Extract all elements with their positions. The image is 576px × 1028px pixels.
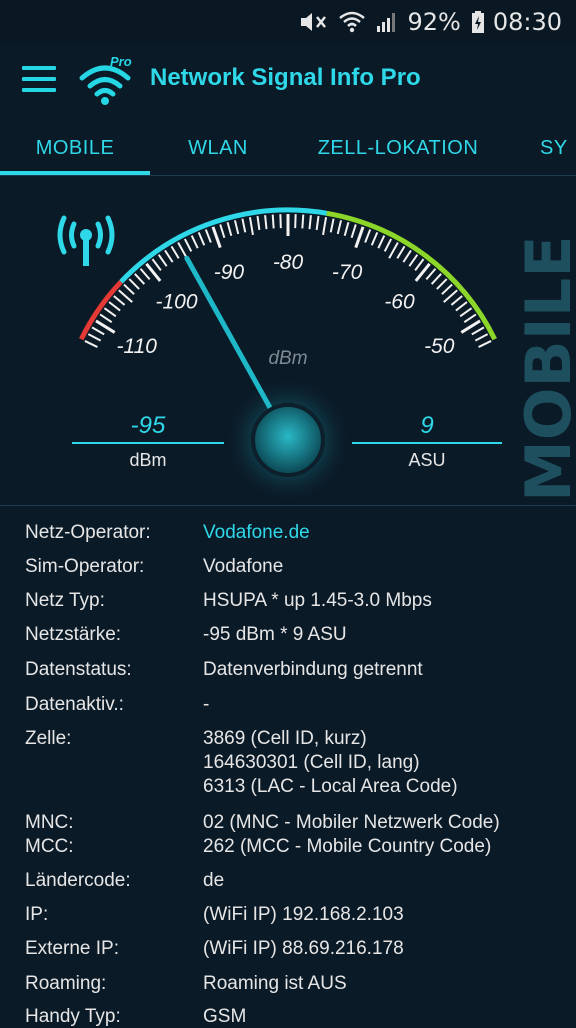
app-title: Network Signal Info Pro — [150, 64, 421, 92]
gauge-scale-label: -60 — [384, 290, 415, 313]
gauge-scale-label: -100 — [155, 290, 197, 313]
gauge-tick — [352, 224, 356, 237]
app-bar: Pro Network Signal Info Pro — [0, 44, 576, 122]
asu-unit: ASU — [352, 450, 502, 471]
gauge-tick — [317, 216, 319, 230]
antenna-icon — [60, 218, 112, 266]
gauge-tick — [302, 215, 303, 229]
gauge-tick — [85, 341, 98, 347]
cell-signal-icon — [375, 10, 399, 34]
gauge-tick — [426, 269, 435, 280]
dbm-value: -95 — [72, 412, 224, 440]
gauge-tick — [152, 259, 160, 270]
tab-mobile[interactable]: MOBILE — [0, 122, 150, 176]
gauge-tick — [109, 302, 120, 311]
gauge-tick — [192, 236, 198, 249]
gauge-tick — [460, 308, 471, 316]
gauge-unit-label: dBm — [268, 348, 307, 369]
mute-icon — [299, 10, 329, 34]
gauge-tick — [206, 229, 211, 242]
gauge-tick — [213, 227, 220, 248]
gauge-tick — [114, 296, 125, 305]
gauge-tick — [456, 302, 467, 311]
gauge-tick — [356, 227, 363, 248]
gauge-tick — [92, 327, 104, 334]
logo-badge: Pro — [110, 54, 132, 69]
gauge-tick — [437, 279, 447, 289]
battery-charging-icon — [471, 10, 485, 34]
gauge-tick — [331, 219, 334, 233]
gauge-tick — [141, 269, 150, 280]
gauge-tick — [273, 215, 274, 229]
gauge-tick — [372, 232, 378, 245]
dbm-unit: dBm — [72, 450, 224, 471]
gauge-tick — [475, 334, 487, 341]
gauge-tick — [257, 216, 259, 230]
gauge-arc-low — [81, 282, 121, 339]
asu-readout: 9 ASU — [352, 412, 502, 471]
gauge-tick — [104, 308, 115, 316]
side-mobile-label: MOBILE — [512, 235, 576, 502]
gauge-scale-label: -90 — [214, 261, 245, 284]
gauge-tick — [185, 239, 191, 251]
gauge-tick — [265, 215, 266, 229]
gauge-tick — [338, 220, 341, 234]
hamburger-menu-icon[interactable] — [22, 66, 56, 96]
gauge-tick — [451, 296, 462, 305]
gauge-tick — [403, 250, 411, 262]
gauge-tick — [397, 246, 404, 258]
gauge-tick — [409, 255, 417, 266]
gauge-scale-label: -110 — [117, 335, 158, 358]
gauge-tick — [323, 217, 326, 235]
gauge-tick — [165, 250, 173, 262]
wifi-icon — [339, 10, 365, 34]
signal-gauge-panel: -110 -100 -90 -80 -70 -60 -50 dBm MOBILE -95 d… — [0, 176, 576, 506]
gauge-tick — [415, 259, 423, 270]
operator-link[interactable]: Vodafone.de — [203, 522, 310, 544]
status-bar: 92% 08:30 — [0, 0, 576, 44]
gauge-tick — [378, 236, 384, 249]
gauge-tick — [242, 219, 245, 233]
gauge-tick — [432, 274, 441, 284]
tab-wlan[interactable]: WLAN — [150, 122, 286, 176]
gauge-tick — [235, 220, 238, 234]
gauge-scale-label: -50 — [424, 335, 455, 358]
tab-system[interactable]: SY — [540, 122, 576, 176]
gauge-tick — [135, 274, 144, 284]
gauge-tick — [220, 224, 224, 237]
gauge-hub — [253, 405, 323, 475]
gauge-tick — [365, 229, 370, 242]
gauge-tick — [199, 232, 205, 245]
gauge-tick — [444, 290, 457, 302]
tab-cell-location[interactable]: ZELL-LOKATION — [296, 122, 500, 176]
battery-percent: 92% — [407, 8, 460, 36]
gauge-tick — [124, 285, 134, 295]
asu-value: 9 — [352, 412, 502, 440]
gauge-tick — [464, 314, 476, 322]
panel-divider — [0, 505, 576, 506]
gauge-tick — [345, 222, 349, 235]
gauge-tick — [100, 314, 112, 322]
gauge-tick — [309, 215, 310, 229]
gauge-tick — [129, 279, 139, 289]
gauge-tick — [228, 222, 232, 235]
gauge-tick — [119, 290, 132, 302]
gauge-tick — [159, 255, 167, 266]
gauge-tick — [472, 327, 484, 334]
gauge-tick — [88, 334, 100, 341]
tab-bar: MOBILE WLAN ZELL-LOKATION SY — [0, 122, 576, 176]
gauge-tick — [479, 341, 492, 347]
clock: 08:30 — [493, 8, 562, 36]
dbm-readout: -95 dBm — [72, 412, 224, 471]
app-logo-wifi-icon: Pro — [78, 52, 138, 116]
gauge-tick — [178, 243, 187, 259]
gauge-tick — [250, 217, 253, 235]
gauge-scale-label: -80 — [273, 251, 304, 274]
gauge-tick — [389, 243, 398, 259]
gauge-tick — [171, 246, 178, 258]
gauge-scale-label: -70 — [332, 261, 363, 284]
gauge-tick — [385, 239, 391, 251]
gauge-tick — [442, 285, 452, 295]
